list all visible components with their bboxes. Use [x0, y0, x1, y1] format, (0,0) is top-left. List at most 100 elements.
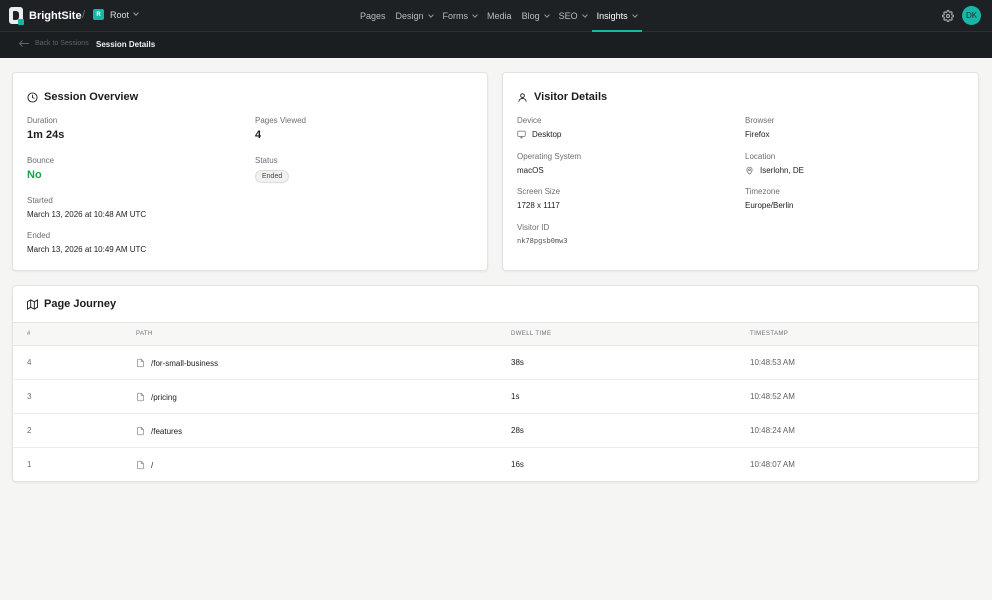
nav-item-insights[interactable]: Insights	[591, 0, 642, 32]
device-field: Device Desktop	[517, 116, 561, 139]
row-index: 3	[27, 392, 32, 401]
row-index: 1	[27, 460, 32, 469]
session-overview-heading: Session Overview	[44, 91, 139, 103]
os-field: Operating System macOS	[517, 152, 581, 175]
nav-item-pages[interactable]: Pages	[355, 0, 391, 32]
row-path: /features	[136, 426, 182, 436]
nav-item-label: Blog	[521, 11, 540, 21]
location-field: Location Iserlohn, DE	[745, 152, 804, 175]
timezone-value: Europe/Berlin	[745, 201, 794, 210]
main-nav: Pages Design Forms Media Blog SEO Insights	[355, 0, 642, 32]
os-label: Operating System	[517, 152, 582, 161]
visitor-details-title: Visitor Details	[517, 91, 607, 103]
file-icon	[137, 460, 144, 470]
session-overview-card: Session Overview Duration 1m 24s Pages V…	[12, 72, 488, 271]
site-badge: R	[93, 9, 104, 20]
file-icon	[137, 358, 144, 368]
pages-viewed-label: Pages Viewed	[255, 116, 306, 125]
column-header-dwell-time: Dwell Time	[511, 331, 552, 337]
column-header-timestamp: Timestamp	[750, 331, 789, 337]
brand-name: BrightSite	[29, 9, 82, 22]
timezone-field: Timezone Europe/Berlin	[745, 187, 793, 210]
location-value-row: Iserlohn, DE	[745, 166, 804, 175]
row-timestamp: 10:48:52 AM	[750, 392, 795, 401]
gear-icon[interactable]	[942, 10, 954, 22]
nav-item-label: Design	[395, 11, 424, 21]
ended-field: Ended March 13, 2026 at 10:49 AM UTC	[27, 231, 146, 254]
location-label: Location	[745, 152, 776, 161]
status-label: Status	[255, 156, 278, 165]
site-selector-label: Root	[110, 9, 130, 20]
chevron-down-icon	[631, 11, 638, 18]
row-index: 2	[27, 426, 32, 435]
nav-item-label: SEO	[558, 11, 578, 21]
location-value: Iserlohn, DE	[760, 166, 805, 175]
visitor-details-heading: Visitor Details	[534, 91, 608, 103]
column-header-path: Path	[136, 331, 153, 337]
site-selector[interactable]: R Root	[93, 9, 139, 20]
table-row[interactable]: 4/for-small-business 38s 10:48:53 AM	[13, 346, 978, 380]
row-path: /	[136, 460, 153, 470]
map-pin-icon	[746, 166, 753, 175]
breadcrumb-separator: /	[82, 9, 86, 21]
device-label: Device	[517, 116, 542, 125]
row-path-text: /features	[151, 426, 183, 436]
journey-table-header: # Path Dwell Time Timestamp	[13, 322, 978, 346]
row-dwell-time: 38s	[511, 358, 524, 367]
table-row[interactable]: 3/pricing 1s 10:48:52 AM	[13, 380, 978, 414]
browser-label: Browser	[745, 116, 775, 125]
chevron-down-icon	[472, 11, 478, 18]
chevron-down-icon	[427, 11, 434, 18]
row-dwell-time: 1s	[511, 392, 520, 401]
os-value: macOS	[517, 166, 544, 175]
nav-item-blog[interactable]: Blog	[517, 0, 554, 32]
screen-size-field: Screen Size 1728 x 1117	[517, 187, 560, 210]
file-icon	[137, 426, 144, 436]
browser-value: Firefox	[745, 130, 770, 139]
pages-viewed-value: 4	[255, 129, 262, 141]
row-timestamp: 10:48:53 AM	[750, 358, 795, 367]
chevron-down-icon	[133, 10, 139, 16]
ended-label: Ended	[27, 231, 51, 240]
table-row[interactable]: 2/features 28s 10:48:24 AM	[13, 414, 978, 448]
user-icon	[518, 92, 527, 102]
row-path-text: /for-small-business	[151, 358, 219, 368]
nav-item-design[interactable]: Design	[391, 0, 438, 32]
nav-item-label: Media	[487, 11, 512, 21]
page-title: Session Details	[96, 40, 156, 49]
browser-field: Browser Firefox	[745, 116, 774, 139]
nav-item-seo[interactable]: SEO	[554, 0, 592, 32]
nav-item-label: Insights	[596, 11, 628, 21]
nav-item-media[interactable]: Media	[482, 0, 517, 32]
bounce-label: Bounce	[27, 156, 55, 165]
page-journey-heading: Page Journey	[44, 298, 117, 310]
ended-value: March 13, 2026 at 10:49 AM UTC	[27, 245, 147, 254]
pages-viewed-field: Pages Viewed 4	[255, 116, 306, 141]
nav-item-forms[interactable]: Forms	[438, 0, 483, 32]
row-dwell-time: 16s	[511, 460, 524, 469]
top-nav-bar: BrightSite / R Root Pages Design Forms Medi…	[0, 0, 992, 32]
started-field: Started March 13, 2026 at 10:48 AM UTC	[27, 196, 146, 219]
page-journey-title: Page Journey	[27, 298, 116, 310]
device-value-row: Desktop	[517, 130, 561, 139]
row-path-text: /pricing	[151, 392, 177, 402]
row-dwell-time: 28s	[511, 426, 524, 435]
visitor-id-field: Visitor ID nk78pgsb0mw3	[517, 223, 568, 245]
table-row[interactable]: 1 / 16s 10:48:07 AM	[13, 448, 978, 481]
timezone-label: Timezone	[745, 187, 780, 196]
user-avatar[interactable]: DK	[962, 6, 981, 25]
duration-label: Duration	[27, 116, 58, 125]
back-link-label: Back to Sessions	[35, 40, 89, 47]
visitor-id-value: nk78pgsb0mw3	[517, 237, 568, 245]
nav-item-label: Forms	[442, 11, 469, 21]
row-index: 4	[27, 358, 32, 367]
monitor-icon	[517, 130, 526, 139]
row-path-text: /	[151, 460, 154, 470]
back-to-sessions-link[interactable]: Back to Sessions	[18, 39, 89, 48]
brand[interactable]: BrightSite	[9, 7, 82, 25]
row-timestamp: 10:48:07 AM	[750, 460, 795, 469]
page-subheader: Back to Sessions Session Details	[0, 32, 992, 58]
row-path: /pricing	[136, 392, 177, 402]
started-label: Started	[27, 196, 53, 205]
nav-item-label: Pages	[360, 11, 386, 21]
